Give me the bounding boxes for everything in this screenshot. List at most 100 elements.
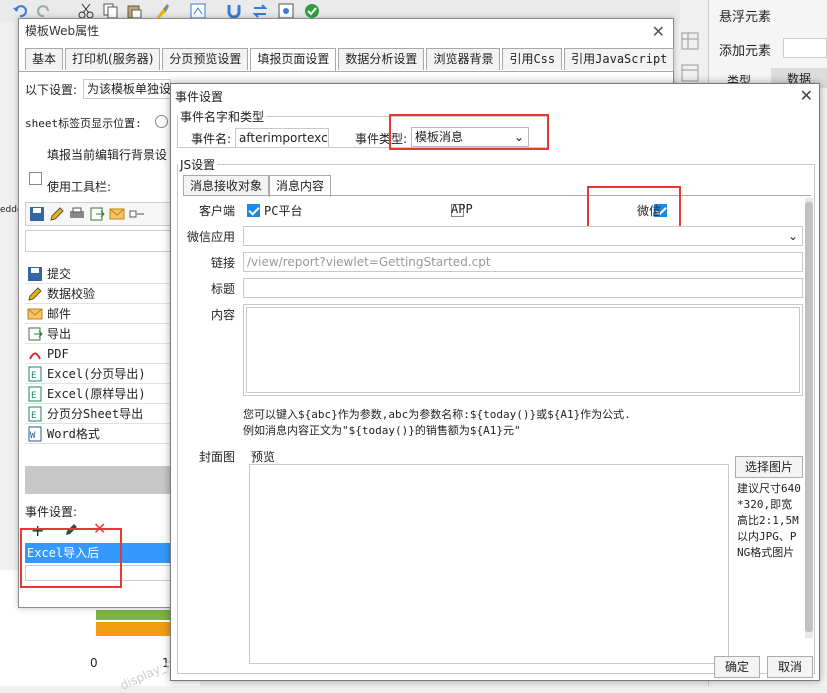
tab-divider — [19, 71, 673, 72]
window-title: 模板Web属性 — [19, 19, 673, 43]
sheet-position-radio[interactable] — [155, 115, 168, 128]
tab-basic[interactable]: 基本 — [25, 48, 64, 70]
move-icon[interactable] — [129, 206, 145, 222]
settings-icon[interactable] — [278, 3, 294, 19]
dialog-tabs: 消息接收对象 消息内容 — [183, 175, 332, 197]
highlight-row-checkbox[interactable] — [29, 172, 42, 185]
group-legend: JS设置 — [180, 158, 216, 172]
chart-bar — [96, 622, 176, 636]
close-icon[interactable]: ✕ — [800, 86, 813, 105]
title-input[interactable] — [243, 278, 803, 298]
pdf-icon — [27, 346, 43, 362]
highlight-box-event — [20, 528, 122, 588]
list-item[interactable]: 数据校验 — [25, 284, 175, 304]
tab-printer[interactable]: 打印机(服务器) — [65, 48, 161, 70]
tab-data-analysis[interactable]: 数据分析设置 — [338, 48, 425, 70]
highlight-row-label: 填报当前编辑行背景设 — [47, 148, 168, 162]
scrollbar-thumb[interactable] — [805, 202, 813, 632]
list-item[interactable]: E Excel(分页导出) — [25, 364, 175, 384]
link-input[interactable]: /view/report?viewlet=GettingStarted.cpt — [243, 252, 803, 272]
preview-label: 预览 — [251, 450, 276, 464]
list-item[interactable]: E Excel(原样导出) — [25, 384, 175, 404]
cover-image-label: 封面图 — [199, 450, 236, 464]
mail-icon[interactable] — [109, 206, 125, 222]
chevron-down-icon: ⌄ — [787, 229, 798, 243]
content-label: 内容 — [211, 308, 236, 322]
dialog-title: 事件设置 — [175, 90, 224, 104]
list-item-label: Excel(分页导出) — [47, 366, 146, 381]
save-icon[interactable] — [29, 206, 45, 222]
tab-fill-page[interactable]: 填报页面设置 — [250, 48, 337, 71]
export-icon[interactable] — [89, 206, 105, 222]
content-textarea[interactable] — [246, 307, 800, 393]
toolbar-buttons-strip — [25, 202, 171, 226]
list-item-label: Word格式 — [47, 426, 100, 441]
floating-elements-title: 悬浮元素 — [719, 10, 772, 25]
chart-tick: 0 — [90, 656, 98, 670]
cut-icon[interactable] — [78, 3, 94, 19]
wechat-app-label: 微信应用 — [187, 230, 236, 244]
svg-text:W: W — [30, 431, 36, 441]
tab-page-preview[interactable]: 分页预览设置 — [162, 48, 249, 70]
list-item[interactable]: 导出 — [25, 324, 175, 344]
undo-icon[interactable] — [12, 3, 28, 19]
list-item[interactable]: 邮件 — [25, 304, 175, 324]
svg-text:E: E — [31, 371, 36, 381]
print-icon[interactable] — [69, 206, 85, 222]
list-item[interactable]: 提交 — [25, 264, 175, 284]
layout-icon[interactable] — [681, 64, 699, 85]
list-item[interactable]: PDF — [25, 344, 175, 364]
paste-icon[interactable] — [126, 3, 142, 19]
sheet-text-fragment: edde — [0, 205, 18, 215]
choose-image-button[interactable]: 选择图片 — [735, 456, 803, 478]
tab-message-recipients[interactable]: 消息接收对象 — [183, 175, 270, 196]
copy-icon[interactable] — [102, 3, 118, 19]
list-item[interactable]: W Word格式 — [25, 424, 175, 444]
event-settings-dialog: 事件设置 ✕ 事件名字和类型 事件名: afterimportexcel 事件类… — [170, 83, 820, 681]
hint-line-2: 例如消息内容正文为"${today()}的销售额为${A1}元" — [243, 424, 521, 437]
magnet-icon[interactable] — [226, 3, 242, 19]
settings-select[interactable]: 为该模板单独设 — [83, 79, 171, 99]
pencil-icon — [27, 286, 43, 302]
pc-platform-label: PC平台 — [264, 204, 303, 218]
highlight-box-type — [389, 114, 549, 150]
chart-bar — [96, 610, 176, 620]
sheet-position-label: sheet标签页显示位置: — [25, 117, 142, 130]
word-icon: W — [27, 426, 43, 442]
save-icon — [27, 266, 43, 282]
ok-button[interactable]: 确定 — [714, 656, 760, 678]
cover-preview-box — [249, 464, 729, 664]
title-label: 标题 — [211, 282, 236, 296]
list-item-label: 提交 — [47, 266, 72, 281]
list-scroll-area[interactable] — [25, 466, 171, 494]
format-brush-icon[interactable] — [154, 3, 170, 19]
tab-javascript[interactable]: 引用JavaScript — [564, 48, 675, 70]
close-icon[interactable]: ✕ — [652, 22, 665, 41]
export-icon — [27, 326, 43, 342]
list-item-label: 导出 — [47, 326, 72, 341]
tab-message-content[interactable]: 消息内容 — [269, 175, 332, 197]
wechat-app-select[interactable]: ⌄ — [243, 226, 803, 246]
app-label: APP — [451, 202, 473, 216]
tab-css[interactable]: 引用Css — [502, 48, 563, 70]
list-item-label: Excel(原样导出) — [47, 386, 146, 401]
link-label: 链接 — [211, 256, 236, 270]
scrollbar[interactable] — [805, 198, 813, 638]
add-element-input[interactable] — [783, 38, 827, 58]
list-item-label: 邮件 — [47, 306, 72, 321]
image-size-tip: 建议尺寸640*320,即宽高比2:1,5M以内JPG、PNG格式图片 — [737, 482, 801, 559]
check-circle-icon[interactable] — [304, 3, 320, 19]
settings-label: 以下设置: — [25, 83, 78, 97]
event-name-input[interactable]: afterimportexcel — [235, 128, 329, 148]
pc-platform-checkbox[interactable] — [247, 204, 260, 217]
pencil-icon[interactable] — [49, 206, 65, 222]
grid-icon[interactable] — [681, 32, 699, 53]
preview-icon[interactable] — [190, 3, 206, 19]
list-item[interactable]: E 分页分Sheet导出 — [25, 404, 175, 424]
tab-browser-bg[interactable]: 浏览器背景 — [426, 48, 501, 70]
hint-line-1: 您可以键入${abc}作为参数,abc为参数名称:${today()}或${A1… — [243, 408, 631, 421]
redo-icon[interactable] — [36, 3, 52, 19]
cancel-button[interactable]: 取消 — [767, 656, 813, 678]
list-item-label: PDF — [47, 346, 69, 361]
swap-icon[interactable] — [252, 3, 268, 19]
